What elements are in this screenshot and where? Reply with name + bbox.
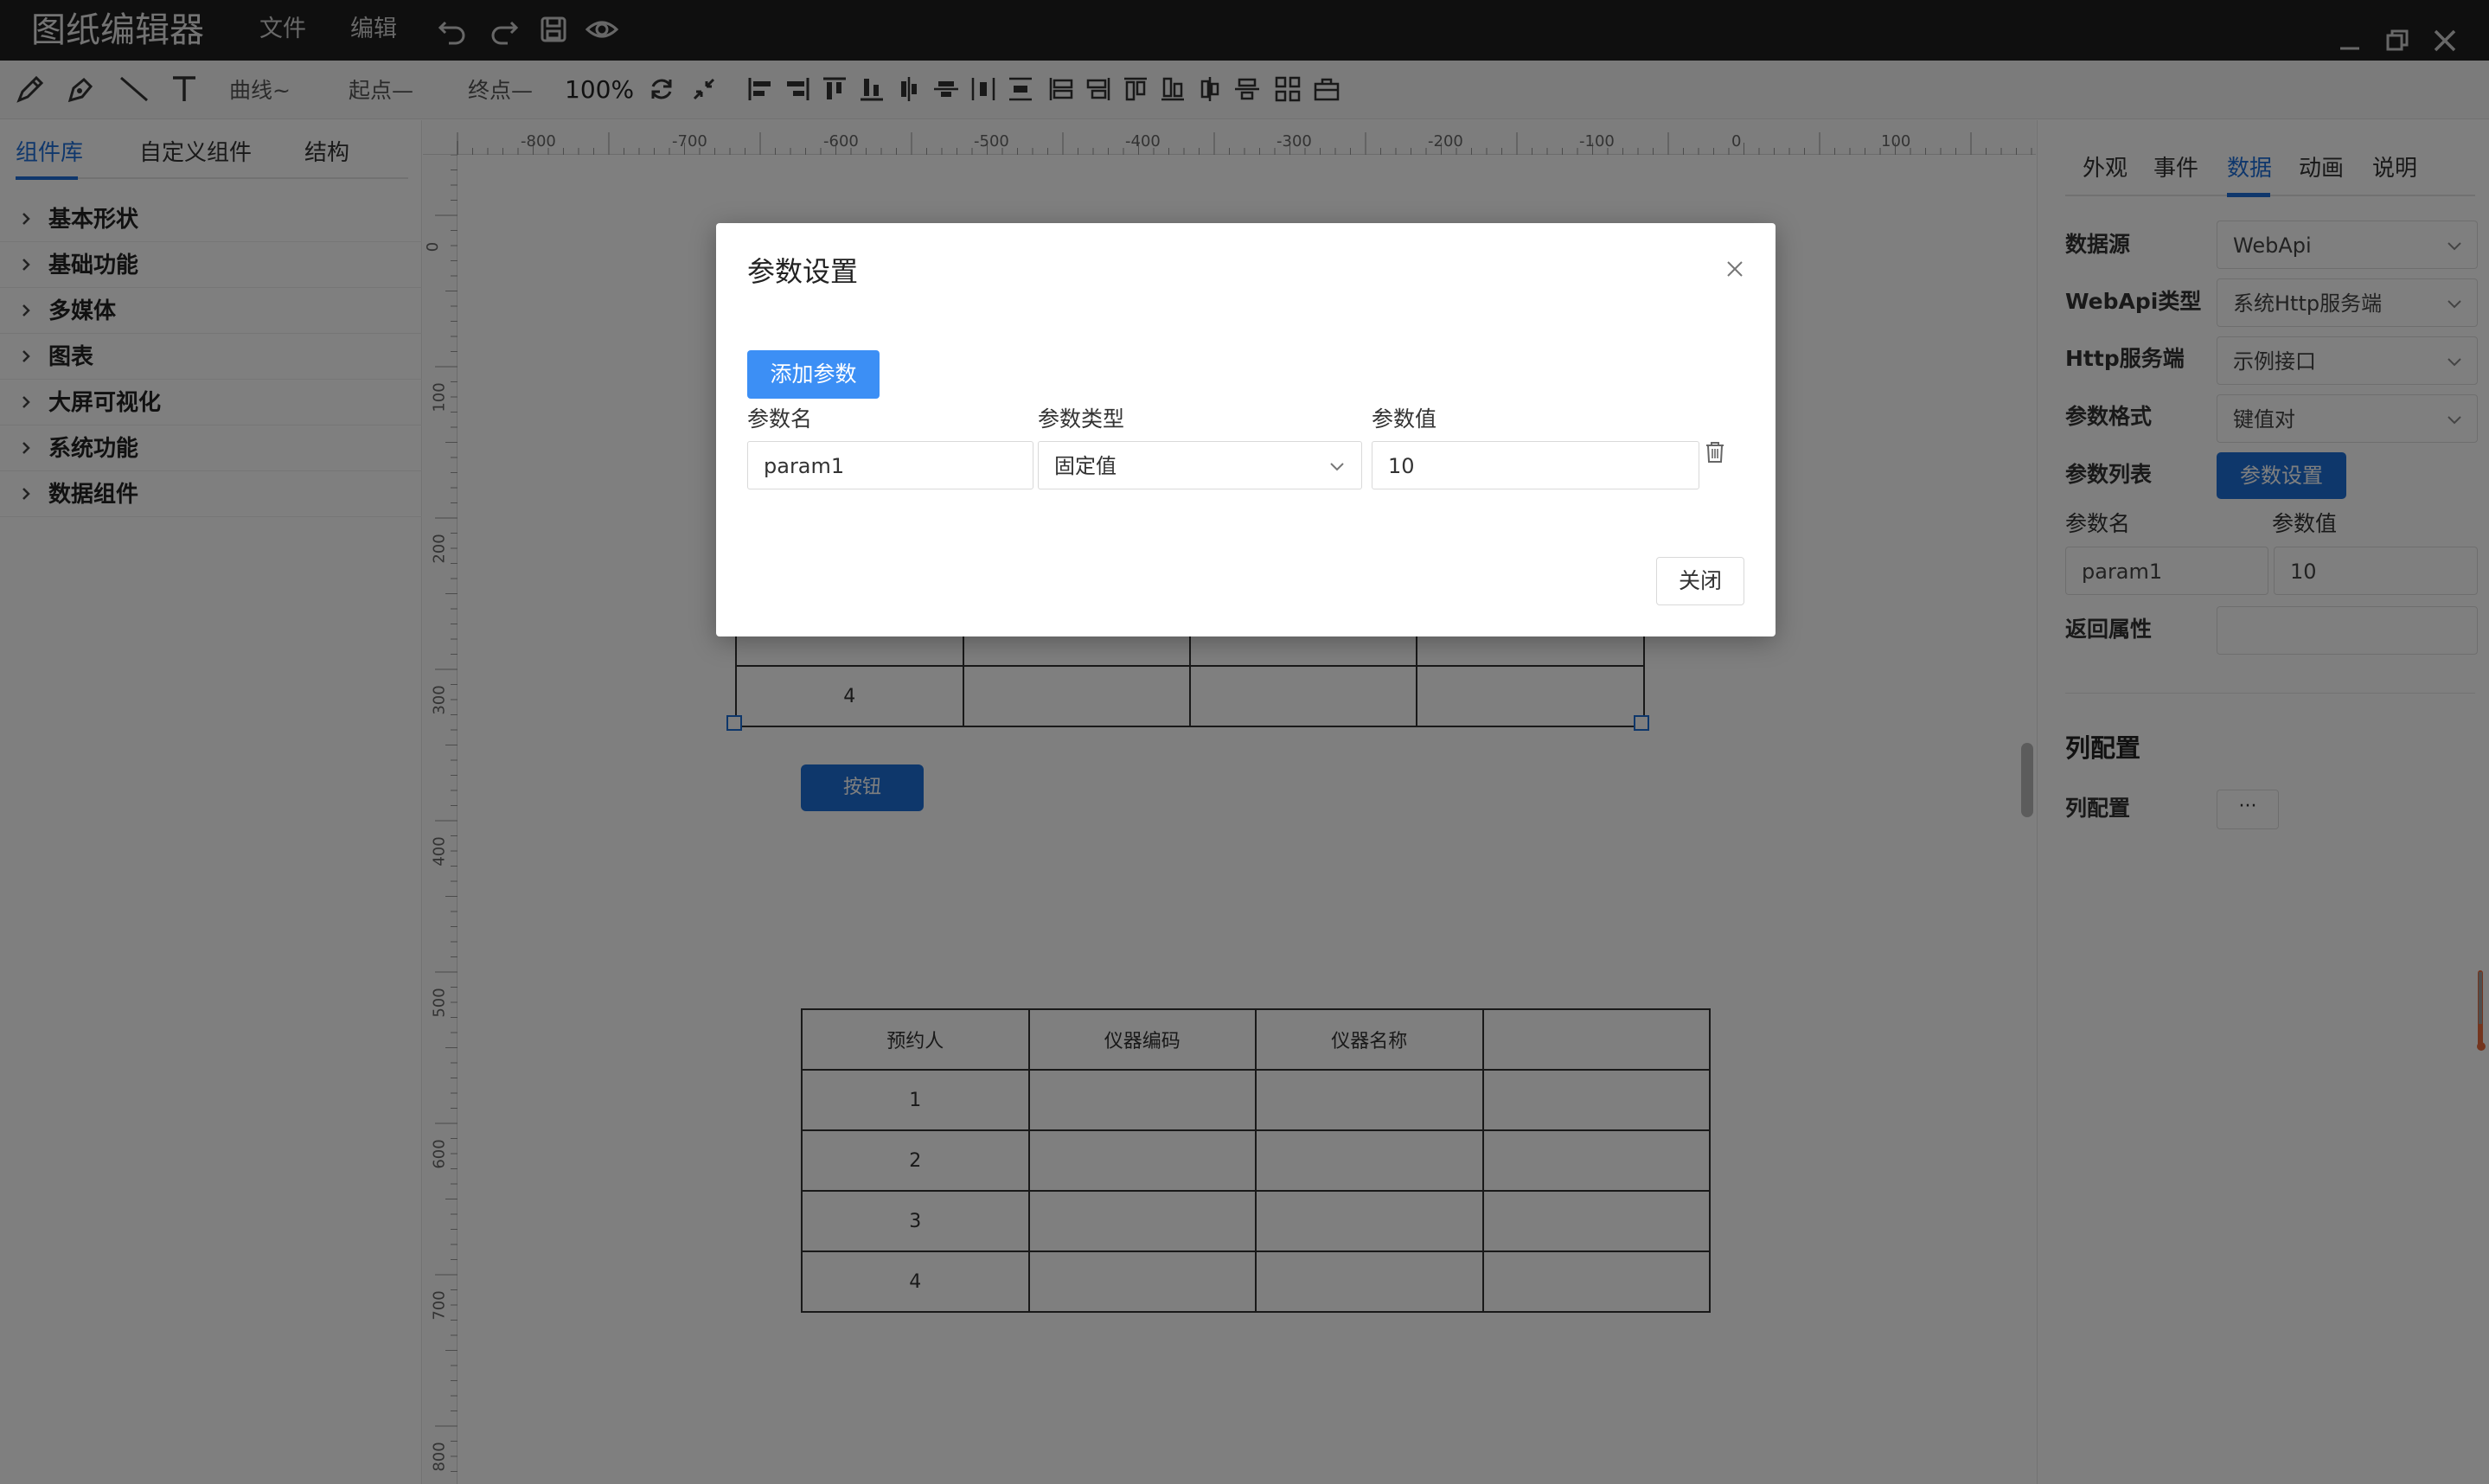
param-name-header: 参数名 [747, 406, 813, 432]
chevron-down-icon [1330, 463, 1344, 471]
input-value: 10 [1388, 454, 1415, 478]
dialog-close-button[interactable]: 关闭 [1656, 557, 1744, 605]
add-param-button[interactable]: 添加参数 [747, 350, 880, 399]
param-settings-dialog: 参数设置 添加参数 参数名 参数类型 参数值 param1 固定值 10 关闭 [716, 223, 1776, 636]
param-name-input[interactable]: param1 [747, 441, 1033, 489]
select-value: 固定值 [1054, 454, 1117, 478]
param-type-header: 参数类型 [1038, 406, 1125, 432]
param-value-input[interactable]: 10 [1372, 441, 1699, 489]
trash-icon[interactable] [1704, 440, 1726, 464]
param-value-header: 参数值 [1372, 406, 1437, 432]
input-value: param1 [764, 454, 845, 478]
close-icon[interactable] [1722, 256, 1748, 282]
param-type-select[interactable]: 固定值 [1038, 441, 1362, 489]
dialog-title: 参数设置 [747, 255, 859, 288]
